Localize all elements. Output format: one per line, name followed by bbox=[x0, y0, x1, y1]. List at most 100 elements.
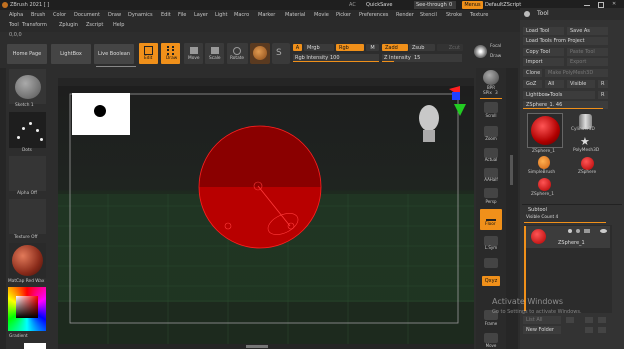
zadd-button[interactable]: Zadd bbox=[382, 44, 408, 51]
m-button[interactable]: M bbox=[366, 44, 379, 51]
quicksave-button[interactable]: QuickSave bbox=[366, 2, 392, 8]
folder-down-icon[interactable] bbox=[585, 327, 593, 333]
load-tools-from-project-button[interactable]: Load Tools From Project bbox=[523, 37, 608, 45]
menu-texture[interactable]: Texture bbox=[470, 13, 488, 18]
folder-top-icon[interactable] bbox=[598, 327, 606, 333]
subtool-eye-icon[interactable] bbox=[600, 229, 607, 233]
menu-material[interactable]: Material bbox=[285, 13, 305, 18]
menu-marker[interactable]: Marker bbox=[258, 13, 275, 18]
rgb-intensity-slider[interactable]: Rgb Intensity 100 bbox=[293, 54, 379, 62]
stroke-thumbnail[interactable]: S bbox=[272, 43, 290, 64]
menu-color[interactable]: Color bbox=[53, 13, 66, 18]
xyz-tool-icon[interactable] bbox=[484, 258, 498, 268]
material-tile[interactable] bbox=[9, 243, 46, 278]
menu-movie[interactable]: Movie bbox=[314, 13, 329, 18]
menu-edit[interactable]: Edit bbox=[161, 13, 171, 18]
menu-macro[interactable]: Macro bbox=[234, 13, 249, 18]
menu-render[interactable]: Render bbox=[396, 13, 414, 18]
menu-stencil[interactable]: Stencil bbox=[420, 13, 437, 18]
clone-button[interactable]: Clone bbox=[523, 69, 542, 77]
menu-zplugin[interactable]: Zplugin bbox=[59, 23, 78, 28]
rgb-button[interactable]: Rgb bbox=[336, 44, 364, 51]
spix-slider-bar[interactable] bbox=[480, 98, 502, 99]
lightbox-button[interactable]: LightBox bbox=[51, 44, 91, 64]
focal-shift-icon[interactable] bbox=[474, 45, 487, 58]
seethrough-slider[interactable]: See-through 0 bbox=[414, 1, 456, 9]
close-icon[interactable]: ✕ bbox=[612, 2, 616, 7]
left-scroll-rail[interactable] bbox=[0, 68, 6, 349]
mrgb-button[interactable]: Mrgb bbox=[304, 44, 334, 51]
menu-picker[interactable]: Picker bbox=[336, 13, 351, 18]
persp-tool-icon[interactable] bbox=[484, 188, 498, 198]
live-boolean-button[interactable]: Live Boolean bbox=[94, 44, 134, 64]
menu-help[interactable]: Help bbox=[113, 23, 124, 28]
color-picker[interactable] bbox=[8, 287, 46, 331]
default-zscript[interactable]: DefaultZScript bbox=[485, 2, 521, 8]
canvas-viewport[interactable] bbox=[58, 86, 474, 344]
subtool-item[interactable]: ZSphere_1 bbox=[526, 226, 610, 248]
lightbox-r-button[interactable]: R bbox=[598, 91, 608, 99]
tool-palette-toggle-icon[interactable] bbox=[524, 11, 530, 17]
menu-tool[interactable]: Tool bbox=[9, 23, 19, 28]
export-button[interactable]: Export bbox=[567, 58, 608, 66]
right-scroll-rail[interactable] bbox=[506, 68, 518, 349]
home-page-button[interactable]: Home Page bbox=[7, 44, 47, 64]
a-mode-badge[interactable]: A bbox=[293, 44, 302, 51]
scale-button[interactable]: Scale bbox=[205, 43, 224, 64]
tool-thumb-zsphere-1[interactable] bbox=[527, 113, 563, 148]
edit-button[interactable]: Edit bbox=[139, 43, 158, 64]
goz-r-button[interactable]: R bbox=[598, 80, 608, 88]
import-button[interactable]: Import bbox=[523, 58, 564, 66]
menu-draw[interactable]: Draw bbox=[108, 13, 121, 18]
list-top-icon[interactable] bbox=[598, 317, 606, 323]
menu-zscript[interactable]: Zscript bbox=[86, 23, 103, 28]
menus-button[interactable]: Menus bbox=[462, 1, 483, 9]
brush-thumbnail[interactable] bbox=[250, 43, 270, 64]
paste-tool-button[interactable]: Paste Tool bbox=[567, 48, 608, 56]
main-color-swatch[interactable] bbox=[24, 343, 46, 349]
make-polymesh3d-button[interactable]: Make PolyMesh3D bbox=[545, 69, 608, 77]
visible-count-slider-fill[interactable] bbox=[524, 222, 606, 223]
zcut-button[interactable]: Zcut bbox=[437, 44, 463, 51]
menu-layer[interactable]: Layer bbox=[194, 13, 208, 18]
simplebrush-thumb-icon[interactable] bbox=[538, 156, 550, 169]
move-button[interactable]: Move bbox=[184, 43, 203, 64]
copy-tool-button[interactable]: Copy Tool bbox=[523, 48, 564, 56]
all-button[interactable]: All bbox=[545, 80, 564, 88]
tool-palette-header[interactable] bbox=[520, 8, 624, 20]
polymesh3d-thumb-icon[interactable]: ★ bbox=[580, 136, 590, 147]
ac-label[interactable]: AC bbox=[349, 2, 356, 8]
new-folder-button[interactable]: New Folder bbox=[523, 326, 561, 334]
lightbox-tools-button[interactable]: Lightbox▸Tools bbox=[523, 91, 595, 99]
menu-light[interactable]: Light bbox=[215, 13, 227, 18]
menu-dynamics[interactable]: Dynamics bbox=[128, 13, 153, 18]
load-tool-button[interactable]: Load Tool bbox=[523, 27, 564, 35]
canvas-scroll-indicator[interactable] bbox=[246, 345, 268, 348]
save-as-button[interactable]: Save As bbox=[567, 27, 608, 35]
floor-button[interactable]: Floor bbox=[480, 209, 502, 230]
zsub-button[interactable]: Zsub bbox=[409, 44, 435, 51]
minimize-icon[interactable] bbox=[584, 5, 590, 6]
list-all-button[interactable]: List All bbox=[523, 316, 561, 324]
list-up-icon[interactable] bbox=[566, 317, 574, 323]
rotate-button[interactable]: Rotate bbox=[227, 43, 248, 64]
move-tool-icon[interactable] bbox=[484, 333, 498, 343]
menu-document[interactable]: Document bbox=[74, 13, 100, 18]
color-picker-square[interactable] bbox=[16, 296, 38, 318]
list-down-icon[interactable] bbox=[585, 317, 593, 323]
z-intensity-slider[interactable]: Z Intensity 15 bbox=[382, 54, 462, 62]
bpr-button[interactable] bbox=[483, 70, 499, 85]
subtool-polyframe-icon[interactable] bbox=[576, 229, 580, 233]
subtool-header[interactable]: Subtool bbox=[528, 208, 547, 213]
draw-button[interactable]: Draw bbox=[161, 43, 180, 64]
scroll-tool-icon[interactable] bbox=[484, 102, 498, 113]
sketch-brush-tile[interactable] bbox=[9, 69, 46, 104]
menu-alpha[interactable]: Alpha bbox=[9, 13, 23, 18]
menu-file[interactable]: File bbox=[178, 13, 186, 18]
visible-button[interactable]: Visible bbox=[567, 80, 595, 88]
zsphere-1-small-thumb-icon[interactable] bbox=[538, 178, 551, 191]
menu-brush[interactable]: Brush bbox=[31, 13, 45, 18]
goz-button[interactable]: GoZ bbox=[523, 80, 542, 88]
texture-tile[interactable] bbox=[9, 199, 46, 234]
menu-preferences[interactable]: Preferences bbox=[359, 13, 388, 18]
